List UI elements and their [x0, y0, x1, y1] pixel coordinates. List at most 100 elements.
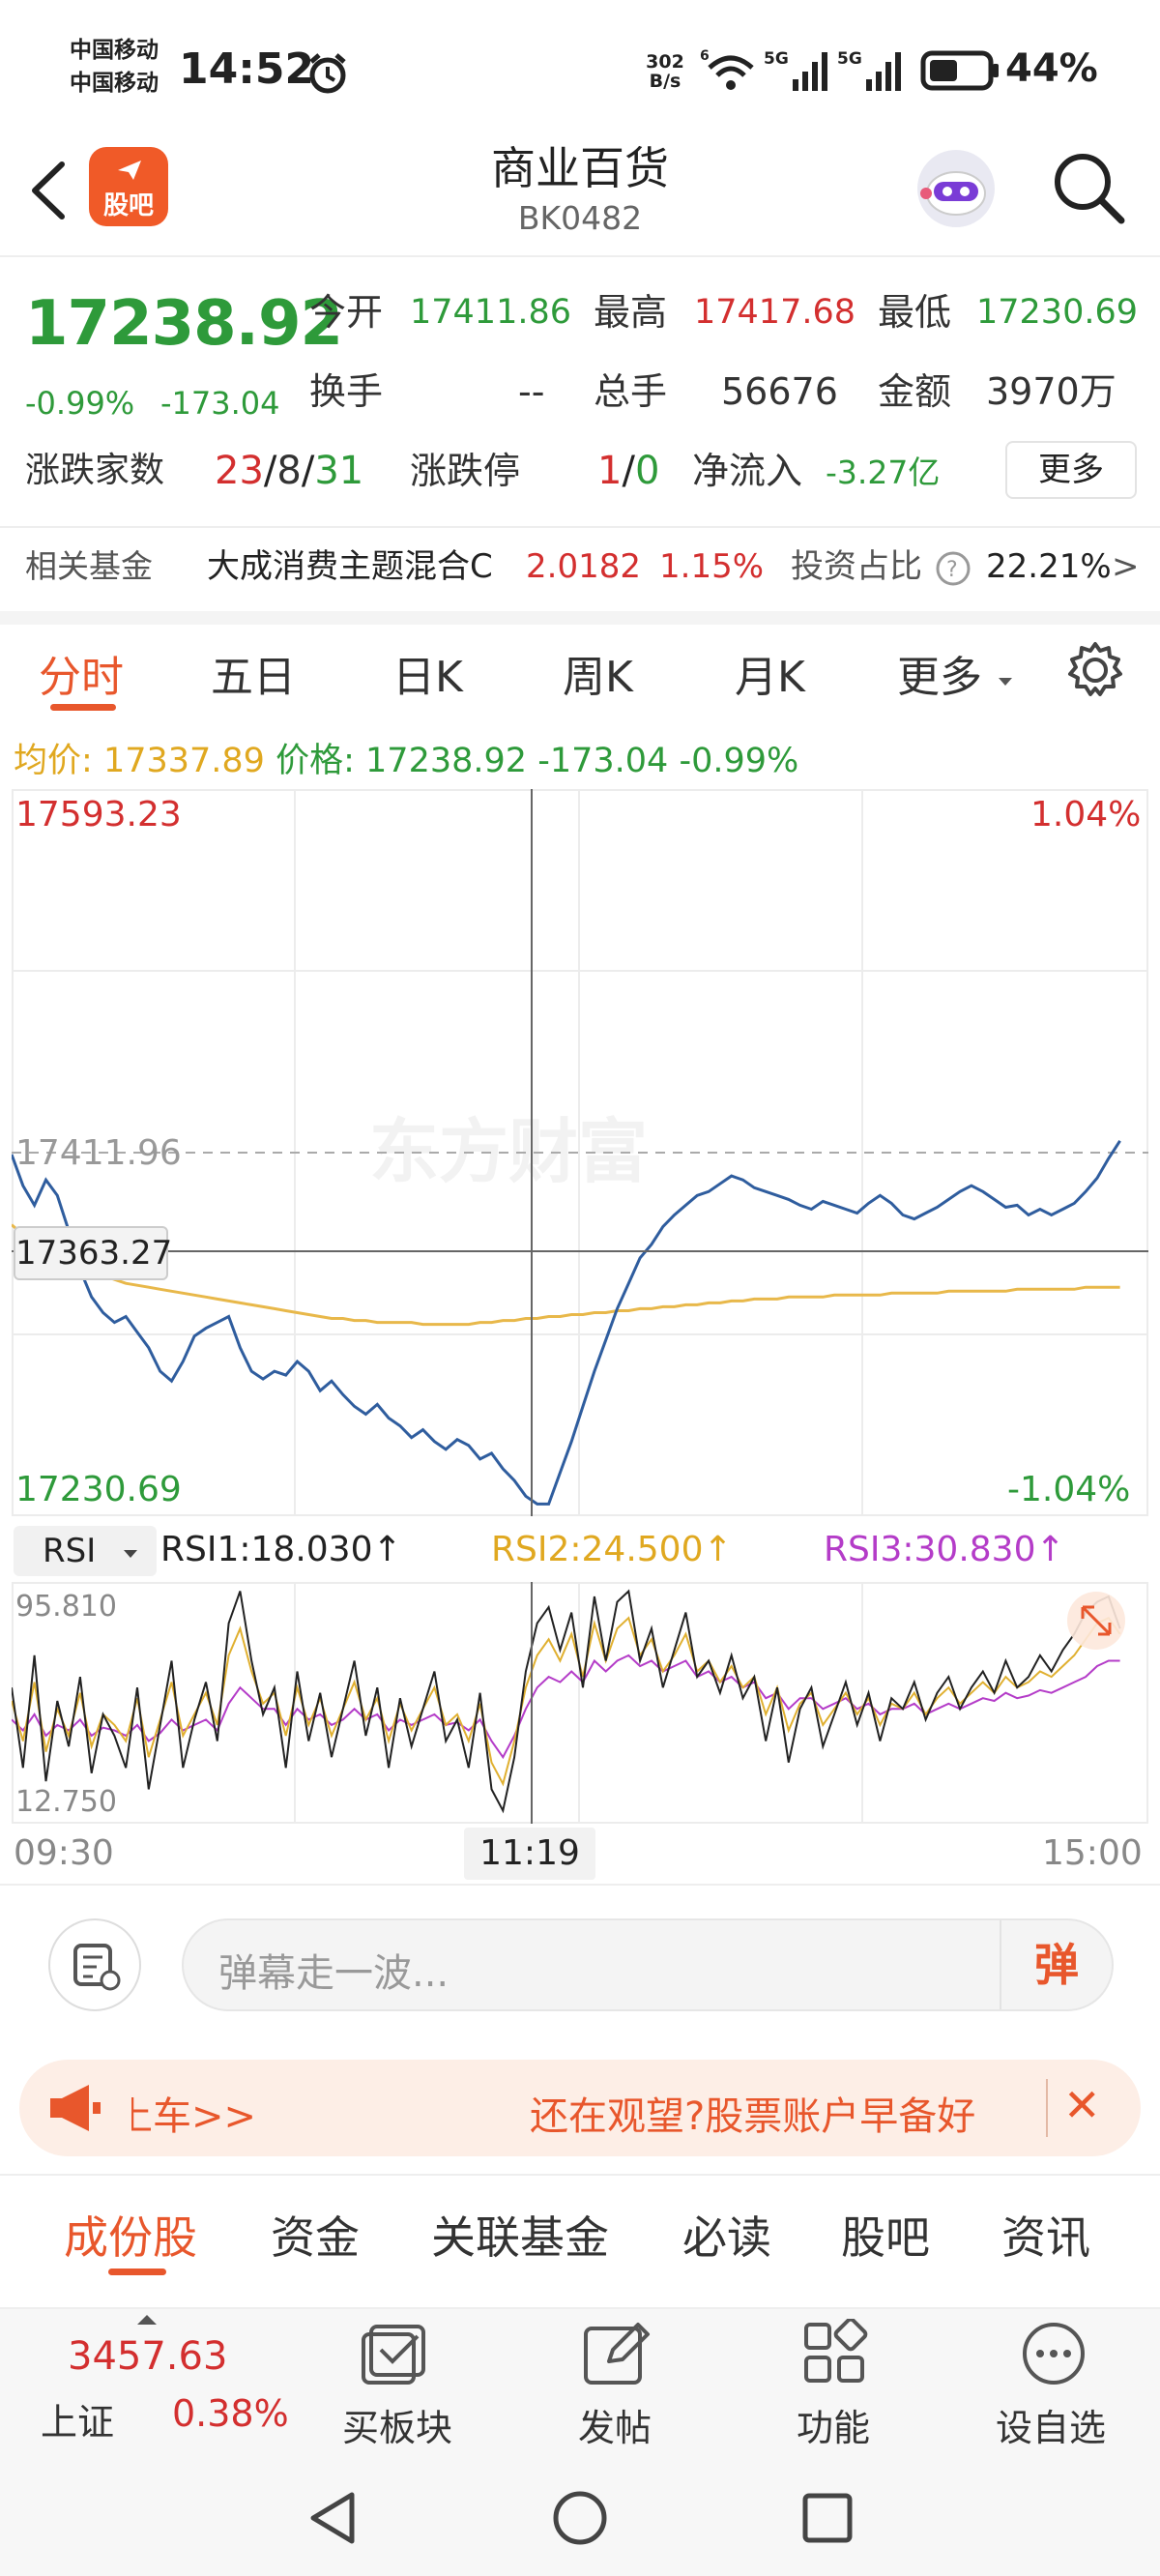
- fund-arrow-icon[interactable]: >: [1112, 547, 1140, 586]
- rsi3-value: RSI3:30.830: [824, 1530, 1036, 1569]
- dec-count: 31: [314, 449, 364, 493]
- prev-close-label: 17411.96: [15, 1133, 182, 1173]
- price-pct: -0.99%: [679, 742, 799, 780]
- expand-icon[interactable]: [1067, 1592, 1125, 1650]
- rsi3-label: RSI3:30.830↑: [824, 1530, 1065, 1569]
- high-label: 最高: [594, 291, 668, 334]
- more-dots-icon[interactable]: [1017, 2319, 1090, 2392]
- crosshair-value-label: 17363.27: [14, 1226, 172, 1280]
- intraday-chart[interactable]: 东方财富: [12, 789, 1148, 1516]
- tab-weekly-k[interactable]: 周K: [563, 642, 633, 704]
- pct-min-label: -1.04%: [1007, 1470, 1131, 1509]
- y-min-label: 17230.69: [15, 1470, 182, 1509]
- battery-icon: [920, 50, 999, 91]
- tab-news[interactable]: 资讯: [1001, 2203, 1090, 2267]
- rsi3-line: [12, 1654, 1120, 1760]
- banner-divider: [1046, 2079, 1048, 2137]
- change-pct: -0.99%: [25, 385, 135, 422]
- nav-post[interactable]: 发帖: [578, 2398, 652, 2451]
- open-value: 17411.86: [410, 293, 572, 332]
- nav-add-watchlist[interactable]: 设自选: [996, 2398, 1106, 2451]
- time-end-label: 15:00: [1042, 1833, 1143, 1873]
- settings-gear-icon[interactable]: [1063, 638, 1127, 702]
- nav-buy-sector[interactable]: 买板块: [342, 2398, 452, 2451]
- index-value[interactable]: 3457.63: [68, 2334, 227, 2379]
- adv-count: 23: [215, 449, 264, 493]
- rsi-chart[interactable]: [12, 1582, 1148, 1824]
- robot-avatar-icon[interactable]: [913, 145, 1000, 232]
- price-info-line: 均价: 17337.89 价格: 17238.92 -173.04 -0.99%: [14, 733, 798, 782]
- banner-left-text: 上车>>: [114, 2094, 257, 2139]
- tab-constituents[interactable]: 成份股: [64, 2203, 197, 2267]
- index-name: 上证: [41, 2401, 115, 2444]
- tab-monthly-k[interactable]: 月K: [735, 642, 805, 704]
- banner-right-text: 还在观望?股票账户早备好: [530, 2094, 976, 2139]
- system-recents-icon[interactable]: [797, 2487, 858, 2549]
- nav-function[interactable]: 功能: [797, 2398, 870, 2451]
- alarm-icon: [309, 53, 346, 94]
- system-home-icon[interactable]: [549, 2487, 611, 2549]
- danmu-settings-icon: [73, 1944, 121, 1991]
- adv-dec-label: 涨跌家数: [25, 451, 165, 490]
- tab-related-funds[interactable]: 关联基金: [431, 2203, 609, 2267]
- tab-intraday[interactable]: 分时: [39, 642, 124, 704]
- caret-up-icon: [137, 2315, 157, 2325]
- rsi2-line: [12, 1616, 1121, 1787]
- danmu-settings-button[interactable]: [48, 1918, 141, 2011]
- tab-must-read[interactable]: 必读: [682, 2203, 771, 2267]
- tab-more[interactable]: 更多: [897, 642, 1015, 704]
- net-speed-unit: B/s: [649, 71, 682, 92]
- price-label: 价格:: [276, 742, 355, 780]
- high-value: 17417.68: [694, 293, 856, 332]
- search-icon[interactable]: [1050, 149, 1127, 226]
- net-speed: 302 B/s: [640, 52, 690, 91]
- time-start-label: 09:30: [14, 1833, 114, 1873]
- status-bar: 中国移动 中国移动 14:52 302 B/s 6 5G 5G 44%: [0, 0, 1160, 135]
- rsi3-arrow-icon: ↑: [1035, 1530, 1065, 1569]
- indicator-select-label: RSI: [43, 1532, 97, 1570]
- amount-label: 金额: [878, 370, 952, 413]
- change-value: -173.04: [160, 385, 280, 422]
- tab-guba[interactable]: 股吧: [841, 2203, 930, 2267]
- indicator-select[interactable]: RSI: [14, 1526, 157, 1576]
- tab-daily-k[interactable]: 日K: [392, 642, 463, 704]
- fund-label: 相关基金: [25, 547, 153, 585]
- signal-icon-1: 5G: [764, 49, 827, 91]
- dropdown-icon: [999, 678, 1012, 686]
- y-max-label: 17593.23: [15, 795, 182, 834]
- system-back-icon[interactable]: [302, 2487, 363, 2549]
- svg-text:6: 6: [700, 48, 710, 64]
- limit-label: 涨跌停: [410, 450, 521, 492]
- limit-up-count: 1: [597, 449, 623, 493]
- clock: 14:52: [179, 44, 315, 94]
- volume-value: 56676: [721, 370, 838, 413]
- rsi-min-label: 12.750: [15, 1785, 117, 1819]
- banner-close-icon[interactable]: ✕: [1063, 2079, 1101, 2131]
- low-value: 17230.69: [976, 293, 1139, 332]
- price-change: -173.04: [537, 742, 669, 780]
- rsi2-value: RSI2:24.500: [491, 1530, 704, 1569]
- fund-name: 大成消费主题混合C: [207, 547, 493, 586]
- tab-funds-flow[interactable]: 资金: [271, 2203, 360, 2267]
- tab-active-indicator: [50, 704, 116, 711]
- rsi-max-label: 95.810: [15, 1590, 117, 1624]
- battery-level: 44%: [1005, 46, 1098, 91]
- adv-dec-values: 23/8/31: [215, 449, 364, 493]
- rsi2-arrow-icon: ↑: [703, 1530, 733, 1569]
- signal-icon-2: 5G: [837, 49, 901, 91]
- turnover-value: --: [518, 370, 545, 413]
- help-icon[interactable]: ?: [934, 549, 972, 588]
- more-button[interactable]: 更多: [1005, 441, 1137, 499]
- current-price: 17238.92: [25, 288, 343, 360]
- volume-label: 总手: [594, 370, 668, 413]
- avg-value: 17337.89: [102, 742, 265, 780]
- buy-sector-icon[interactable]: [358, 2319, 435, 2388]
- function-icon[interactable]: [800, 2319, 870, 2388]
- megaphone-icon: [50, 2085, 101, 2131]
- tab-five-day[interactable]: 五日: [211, 642, 296, 704]
- danmu-send-button[interactable]: 弹: [1000, 1920, 1112, 2009]
- dropdown-icon: [124, 1550, 138, 1558]
- netflow-value: -3.27亿: [826, 454, 941, 491]
- rsi1-arrow-icon: ↑: [372, 1530, 402, 1569]
- post-icon[interactable]: [580, 2319, 653, 2388]
